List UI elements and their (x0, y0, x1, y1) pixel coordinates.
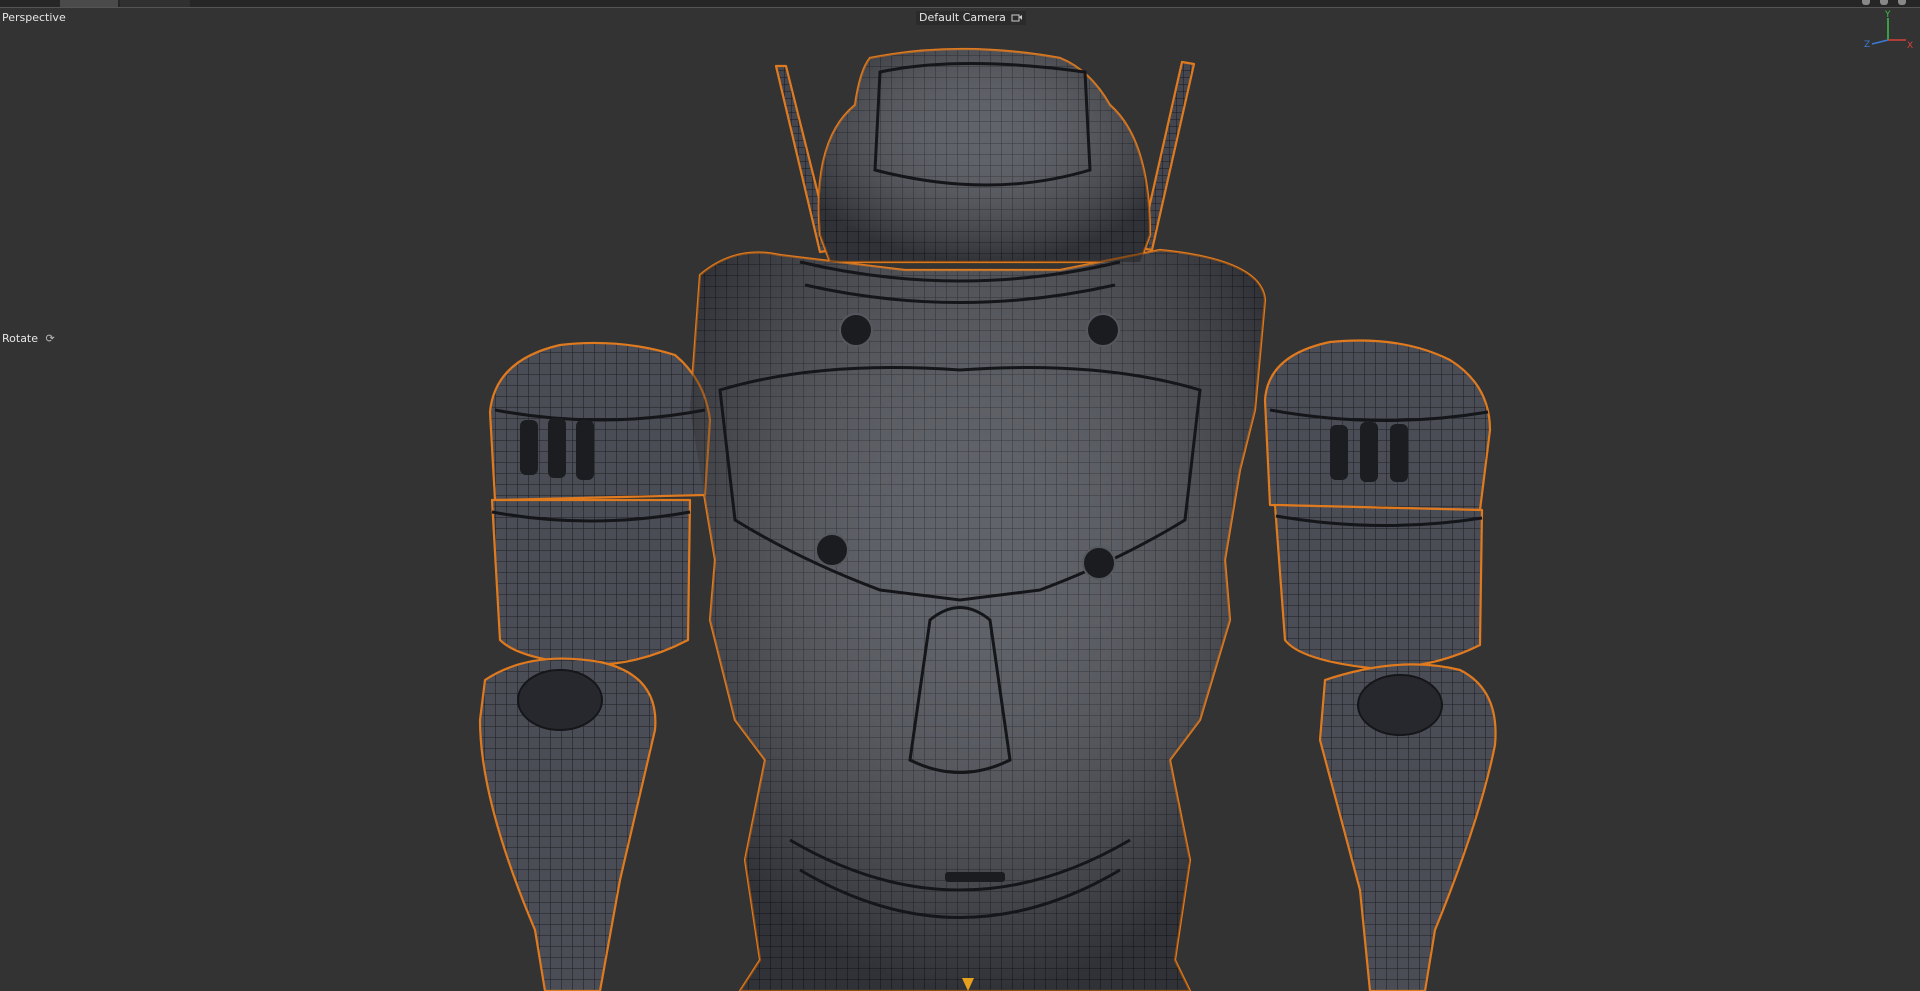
z-axis-line (1871, 39, 1889, 45)
3d-viewport[interactable]: Perspective Default Camera Rotate ⟳ Y Z … (0, 0, 1920, 991)
pivot-marker-icon[interactable] (962, 978, 974, 991)
camera-label: Default Camera (919, 11, 1006, 24)
tool-label: Rotate (2, 332, 39, 345)
robot-mesh-wireframe[interactable] (0, 0, 1920, 991)
x-axis-label: X (1907, 41, 1913, 51)
view-mode-label[interactable]: Perspective (2, 11, 66, 25)
active-tool-indicator[interactable]: Rotate ⟳ (2, 332, 55, 346)
camera-selector[interactable]: Default Camera (916, 11, 1027, 25)
camera-toggle-icon[interactable] (1011, 12, 1023, 22)
y-axis-label: Y (1884, 10, 1891, 20)
z-axis-label: Z (1864, 40, 1870, 50)
axis-gizmo[interactable]: Y Z X (1862, 10, 1914, 52)
rotate-icon: ⟳ (45, 332, 55, 345)
